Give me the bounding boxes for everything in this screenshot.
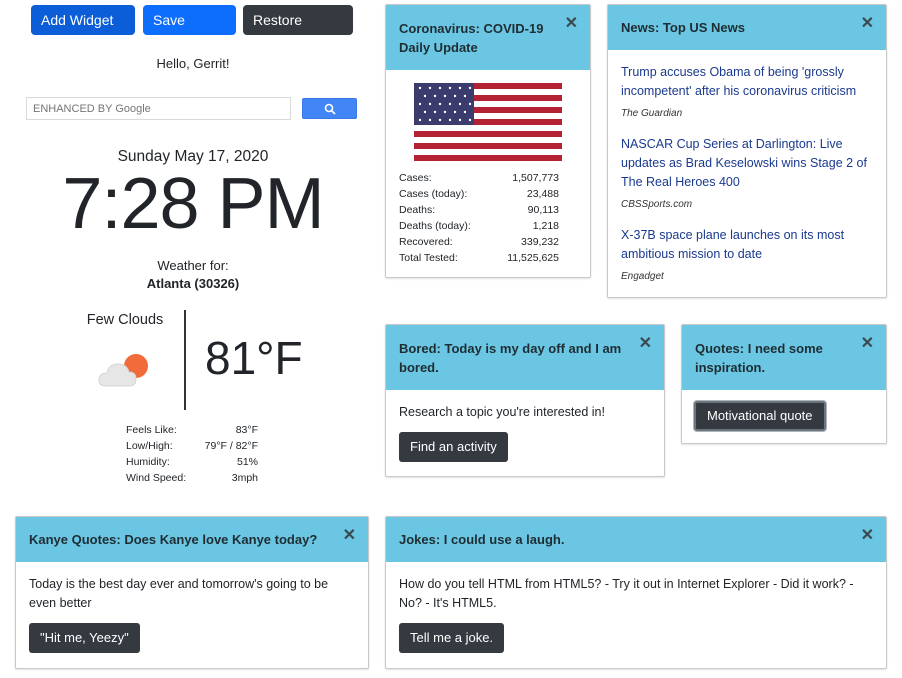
detail-label: Low/High: [126,440,173,452]
detail-value: 3mph [231,472,258,484]
jokes-widget-title: Jokes: I could use a laugh. [386,517,886,562]
activity-text: Research a topic you're interested in! [399,405,605,419]
detail-label: Feels Like: [126,424,177,436]
news-headline-link[interactable]: NASCAR Cup Series at Darlington: Live up… [621,135,874,192]
search-field[interactable] [26,97,291,120]
weather-details: Feels Like: 83°F Low/High: 79°F / 82°F Hum… [126,422,258,486]
weather-location: Atlanta (30326) [146,276,240,291]
close-icon[interactable]: ✕ [861,528,874,544]
kanye-quote-text: Today is the best day ever and tomorrow'… [29,577,329,610]
weather-detail-row: Wind Speed: 3mph [126,470,258,486]
save-layout-button[interactable]: Save Layout [143,5,236,58]
stat-value: 1,507,773 [512,172,559,184]
restore-layout-button[interactable]: Restore Layout [243,5,353,58]
detail-value: 79°F / 82°F [204,440,258,452]
news-widget: News: Top US News ✕ Trump accuses Obama … [607,4,887,298]
close-icon[interactable]: ✕ [343,528,356,544]
close-icon[interactable]: ✕ [639,336,652,352]
hit-me-yeezy-button[interactable]: "Hit me, Yeezy" [29,623,140,653]
weather-divider [184,310,186,410]
news-source: CBSSports.com [621,199,693,210]
news-item: X-37B space plane launches on its most a… [621,226,874,286]
us-flag-image [414,83,562,161]
stat-label: Cases (today): [399,188,468,200]
weather-detail-row: Humidity: 51% [126,454,258,470]
weather-condition: Few Clouds [86,312,164,328]
joke-text: How do you tell HTML from HTML5? - Try i… [399,577,854,610]
news-source: Engadget [621,271,664,282]
search-button[interactable] [302,98,357,119]
tell-joke-button[interactable]: Tell me a joke. [399,623,505,653]
stat-value: 90,113 [527,204,559,216]
news-source: The Guardian [621,108,683,119]
covid-widget-title: Coronavirus: COVID-19 Daily Update [386,5,590,70]
news-widget-title: News: Top US News [608,5,886,50]
stat-label: Recovered: [399,236,453,248]
detail-value: 83°F [235,424,258,436]
search-input[interactable] [27,98,290,119]
greeting: Hello, Gerrit! [156,56,230,71]
add-widget-label: Add Widget [41,12,114,28]
covid-stat-row: Deaths (today): 1,218 [399,218,559,234]
quotes-widget-body: Motivational quote [682,390,886,442]
stat-value: 11,525,625 [507,252,559,264]
covid-stat-row: Cases (today): 23,488 [399,186,559,202]
stat-label: Deaths: [399,204,436,216]
find-activity-button[interactable]: Find an activity [399,432,508,462]
search-icon [324,103,336,115]
bored-widget-body: Research a topic you're interested in! F… [386,390,664,476]
weather-detail-row: Feels Like: 83°F [126,422,258,438]
covid-stat-row: Cases: 1,507,773 [399,170,559,186]
weather-temperature: 81°F [205,332,303,384]
motivational-quote-button[interactable]: Motivational quote [694,401,826,431]
kanye-widget: Kanye Quotes: Does Kanye love Kanye toda… [15,516,369,669]
quotes-widget: Quotes: I need some inspiration. ✕ Motiv… [681,324,887,444]
detail-value: 51% [236,456,258,468]
covid-stat-row: Total Tested: 11,525,625 [399,250,559,266]
bored-widget: Bored: Today is my day off and I am bore… [385,324,665,477]
news-headline-link[interactable]: X-37B space plane launches on its most a… [621,226,874,264]
stat-label: Cases: [399,172,432,184]
partly-cloudy-icon [98,354,148,387]
bored-widget-title: Bored: Today is my day off and I am bore… [386,325,664,390]
stat-value: 339,232 [521,236,559,248]
weather-label: Weather for: [157,258,229,273]
news-item: NASCAR Cup Series at Darlington: Live up… [621,135,874,214]
quotes-widget-title: Quotes: I need some inspiration. [682,325,886,390]
detail-label: Humidity: [126,456,170,468]
weather-detail-row: Low/High: 79°F / 82°F [126,438,258,454]
covid-stat-row: Recovered: 339,232 [399,234,559,250]
jokes-widget: Jokes: I could use a laugh. ✕ How do you… [385,516,887,669]
close-icon[interactable]: ✕ [861,336,874,352]
chevron-down-icon [47,48,55,53]
close-icon[interactable]: ✕ [565,16,578,32]
news-headline-link[interactable]: Trump accuses Obama of being 'grossly in… [621,63,874,101]
news-item: Trump accuses Obama of being 'grossly in… [621,63,874,123]
stat-value: 1,218 [532,220,559,232]
add-widget-button[interactable]: Add Widget [31,5,135,53]
stat-value: 23,488 [526,188,559,200]
stat-label: Deaths (today): [399,220,471,232]
jokes-widget-body: How do you tell HTML from HTML5? - Try i… [386,562,886,667]
kanye-widget-title: Kanye Quotes: Does Kanye love Kanye toda… [16,517,368,562]
covid-stats: Cases: 1,507,773 Cases (today): 23,488 Dea… [399,170,559,266]
news-list: Trump accuses Obama of being 'grossly in… [608,50,886,297]
kanye-widget-body: Today is the best day ever and tomorrow'… [16,562,368,667]
covid-stat-row: Deaths: 90,113 [399,202,559,218]
stat-label: Total Tested: [399,252,458,264]
close-icon[interactable]: ✕ [861,16,874,32]
clock-time: 7:28 PM [62,164,324,244]
covid-widget: Coronavirus: COVID-19 Daily Update ✕ Cas… [385,4,591,278]
detail-label: Wind Speed: [126,472,187,484]
